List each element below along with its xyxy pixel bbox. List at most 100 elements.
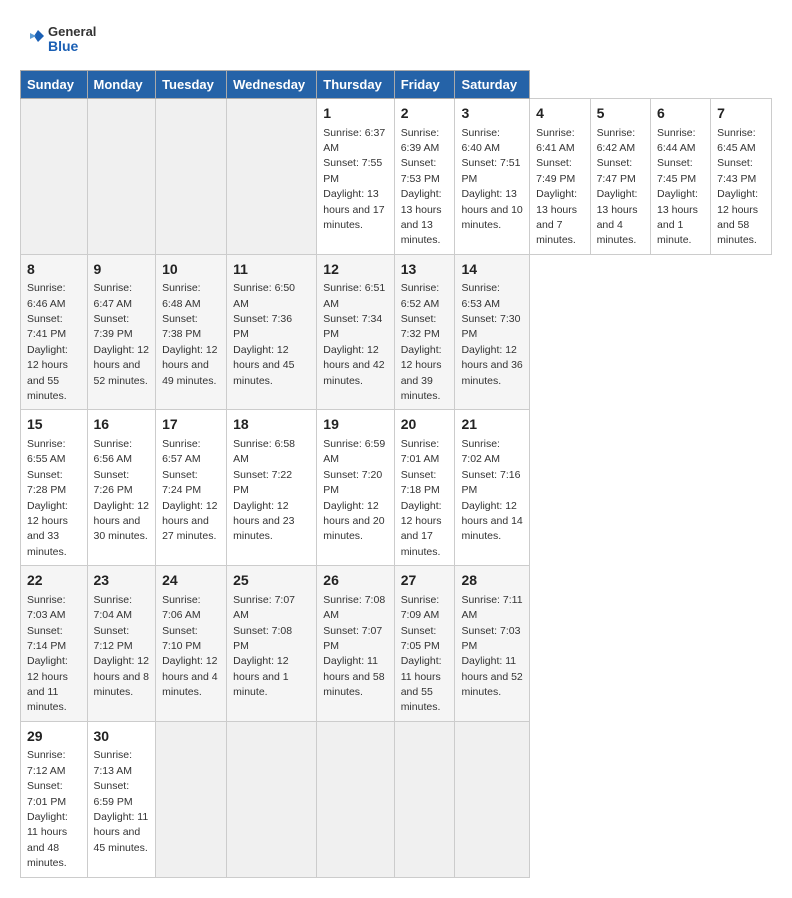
day-number: 3 xyxy=(461,104,523,124)
day-info: Sunrise: 6:56 AMSunset: 7:26 PMDaylight:… xyxy=(94,438,149,542)
day-number: 22 xyxy=(27,571,81,591)
day-info: Sunrise: 6:42 AMSunset: 7:47 PMDaylight:… xyxy=(597,127,638,247)
calendar-day-cell: 3 Sunrise: 6:40 AMSunset: 7:51 PMDaylight… xyxy=(455,99,530,255)
calendar-day-cell: 14Sunrise: 6:53 AMSunset: 7:30 PMDayligh… xyxy=(455,254,530,410)
day-number: 14 xyxy=(461,260,523,280)
calendar-day-cell: 22Sunrise: 7:03 AMSunset: 7:14 PMDayligh… xyxy=(21,566,88,722)
svg-text:General: General xyxy=(48,24,96,39)
calendar-day-cell: 15 Sunrise: 6:55 AMSunset: 7:28 PMDayligh… xyxy=(21,410,88,566)
calendar-day-cell xyxy=(156,99,227,255)
day-number: 4 xyxy=(536,104,583,124)
day-info: Sunrise: 7:01 AMSunset: 7:18 PMDaylight:… xyxy=(401,438,442,558)
day-info: Sunrise: 6:41 AMSunset: 7:49 PMDaylight:… xyxy=(536,127,577,247)
calendar-day-cell xyxy=(21,99,88,255)
day-number: 18 xyxy=(233,415,310,435)
day-info: Sunrise: 6:44 AMSunset: 7:45 PMDaylight:… xyxy=(657,127,698,247)
day-info: Sunrise: 6:45 AMSunset: 7:43 PMDaylight:… xyxy=(717,127,758,247)
day-number: 2 xyxy=(401,104,449,124)
calendar-day-cell: 2 Sunrise: 6:39 AMSunset: 7:53 PMDaylight… xyxy=(394,99,455,255)
day-number: 12 xyxy=(323,260,387,280)
day-info: Sunrise: 6:39 AMSunset: 7:53 PMDaylight:… xyxy=(401,127,442,247)
calendar-day-cell xyxy=(394,721,455,877)
calendar-day-cell xyxy=(156,721,227,877)
weekday-header: Tuesday xyxy=(156,71,227,99)
day-number: 9 xyxy=(94,260,150,280)
day-number: 13 xyxy=(401,260,449,280)
day-info: Sunrise: 7:12 AMSunset: 7:01 PMDaylight:… xyxy=(27,749,68,869)
day-info: Sunrise: 6:50 AMSunset: 7:36 PMDaylight:… xyxy=(233,282,295,386)
calendar-body: 1 Sunrise: 6:37 AMSunset: 7:55 PMDaylight… xyxy=(21,99,772,878)
day-number: 6 xyxy=(657,104,704,124)
calendar-day-cell: 8Sunrise: 6:46 AMSunset: 7:41 PMDaylight… xyxy=(21,254,88,410)
calendar-day-cell: 5 Sunrise: 6:42 AMSunset: 7:47 PMDaylight… xyxy=(590,99,650,255)
calendar-day-cell: 13Sunrise: 6:52 AMSunset: 7:32 PMDayligh… xyxy=(394,254,455,410)
calendar-day-cell xyxy=(317,721,394,877)
day-number: 5 xyxy=(597,104,644,124)
weekday-header: Thursday xyxy=(317,71,394,99)
calendar-day-cell: 21 Sunrise: 7:02 AMSunset: 7:16 PMDayligh… xyxy=(455,410,530,566)
calendar-day-cell: 18 Sunrise: 6:58 AMSunset: 7:22 PMDayligh… xyxy=(227,410,317,566)
calendar-day-cell: 28Sunrise: 7:11 AMSunset: 7:03 PMDayligh… xyxy=(455,566,530,722)
day-number: 8 xyxy=(27,260,81,280)
day-info: Sunrise: 6:53 AMSunset: 7:30 PMDaylight:… xyxy=(461,282,522,386)
svg-text:Blue: Blue xyxy=(48,38,79,54)
calendar-day-cell: 24 Sunrise: 7:06 AMSunset: 7:10 PMDayligh… xyxy=(156,566,227,722)
day-number: 19 xyxy=(323,415,387,435)
calendar-day-cell: 11Sunrise: 6:50 AMSunset: 7:36 PMDayligh… xyxy=(227,254,317,410)
day-info: Sunrise: 6:52 AMSunset: 7:32 PMDaylight:… xyxy=(401,282,442,402)
logo: General Blue xyxy=(20,20,110,60)
day-info: Sunrise: 6:40 AMSunset: 7:51 PMDaylight:… xyxy=(461,127,522,231)
day-info: Sunrise: 7:13 AMSunset: 6:59 PMDaylight:… xyxy=(94,749,149,853)
day-number: 28 xyxy=(461,571,523,591)
day-info: Sunrise: 6:46 AMSunset: 7:41 PMDaylight:… xyxy=(27,282,68,402)
day-info: Sunrise: 7:02 AMSunset: 7:16 PMDaylight:… xyxy=(461,438,522,542)
weekday-header: Saturday xyxy=(455,71,530,99)
weekday-header: Monday xyxy=(87,71,156,99)
calendar-day-cell: 25 Sunrise: 7:07 AMSunset: 7:08 PMDayligh… xyxy=(227,566,317,722)
day-number: 25 xyxy=(233,571,310,591)
day-info: Sunrise: 6:55 AMSunset: 7:28 PMDaylight:… xyxy=(27,438,68,558)
calendar-day-cell: 4 Sunrise: 6:41 AMSunset: 7:49 PMDaylight… xyxy=(530,99,590,255)
day-info: Sunrise: 7:08 AMSunset: 7:07 PMDaylight:… xyxy=(323,594,385,698)
day-number: 30 xyxy=(94,727,150,747)
calendar-day-cell: 27Sunrise: 7:09 AMSunset: 7:05 PMDayligh… xyxy=(394,566,455,722)
calendar-week-row: 1 Sunrise: 6:37 AMSunset: 7:55 PMDaylight… xyxy=(21,99,772,255)
logo-svg: General Blue xyxy=(20,20,110,60)
calendar-week-row: 15 Sunrise: 6:55 AMSunset: 7:28 PMDayligh… xyxy=(21,410,772,566)
day-info: Sunrise: 7:07 AMSunset: 7:08 PMDaylight:… xyxy=(233,594,295,698)
day-info: Sunrise: 6:58 AMSunset: 7:22 PMDaylight:… xyxy=(233,438,295,542)
day-number: 21 xyxy=(461,415,523,435)
calendar-day-cell: 30Sunrise: 7:13 AMSunset: 6:59 PMDayligh… xyxy=(87,721,156,877)
day-number: 16 xyxy=(94,415,150,435)
calendar-day-cell: 26Sunrise: 7:08 AMSunset: 7:07 PMDayligh… xyxy=(317,566,394,722)
calendar-week-row: 22Sunrise: 7:03 AMSunset: 7:14 PMDayligh… xyxy=(21,566,772,722)
day-number: 11 xyxy=(233,260,310,280)
calendar-day-cell: 12Sunrise: 6:51 AMSunset: 7:34 PMDayligh… xyxy=(317,254,394,410)
weekday-header: Sunday xyxy=(21,71,88,99)
calendar-table: SundayMondayTuesdayWednesdayThursdayFrid… xyxy=(20,70,772,878)
calendar-day-cell: 19Sunrise: 6:59 AMSunset: 7:20 PMDayligh… xyxy=(317,410,394,566)
calendar-day-cell: 23Sunrise: 7:04 AMSunset: 7:12 PMDayligh… xyxy=(87,566,156,722)
day-number: 20 xyxy=(401,415,449,435)
day-number: 17 xyxy=(162,415,220,435)
calendar-day-cell: 20 Sunrise: 7:01 AMSunset: 7:18 PMDayligh… xyxy=(394,410,455,566)
day-info: Sunrise: 7:06 AMSunset: 7:10 PMDaylight:… xyxy=(162,594,217,698)
day-number: 15 xyxy=(27,415,81,435)
calendar-week-row: 29Sunrise: 7:12 AMSunset: 7:01 PMDayligh… xyxy=(21,721,772,877)
calendar-day-cell xyxy=(455,721,530,877)
day-info: Sunrise: 6:51 AMSunset: 7:34 PMDaylight:… xyxy=(323,282,385,386)
day-info: Sunrise: 7:04 AMSunset: 7:12 PMDaylight:… xyxy=(94,594,149,698)
day-number: 24 xyxy=(162,571,220,591)
day-info: Sunrise: 6:37 AMSunset: 7:55 PMDaylight:… xyxy=(323,127,385,231)
weekday-header: Wednesday xyxy=(227,71,317,99)
day-number: 1 xyxy=(323,104,387,124)
calendar-header-row: SundayMondayTuesdayWednesdayThursdayFrid… xyxy=(21,71,772,99)
day-number: 10 xyxy=(162,260,220,280)
calendar-day-cell: 1 Sunrise: 6:37 AMSunset: 7:55 PMDaylight… xyxy=(317,99,394,255)
calendar-day-cell: 16 Sunrise: 6:56 AMSunset: 7:26 PMDayligh… xyxy=(87,410,156,566)
day-info: Sunrise: 6:47 AMSunset: 7:39 PMDaylight:… xyxy=(94,282,149,386)
page-header: General Blue xyxy=(20,20,772,60)
calendar-day-cell: 6 Sunrise: 6:44 AMSunset: 7:45 PMDaylight… xyxy=(651,99,711,255)
calendar-day-cell: 7Sunrise: 6:45 AMSunset: 7:43 PMDaylight… xyxy=(711,99,772,255)
calendar-day-cell: 29Sunrise: 7:12 AMSunset: 7:01 PMDayligh… xyxy=(21,721,88,877)
